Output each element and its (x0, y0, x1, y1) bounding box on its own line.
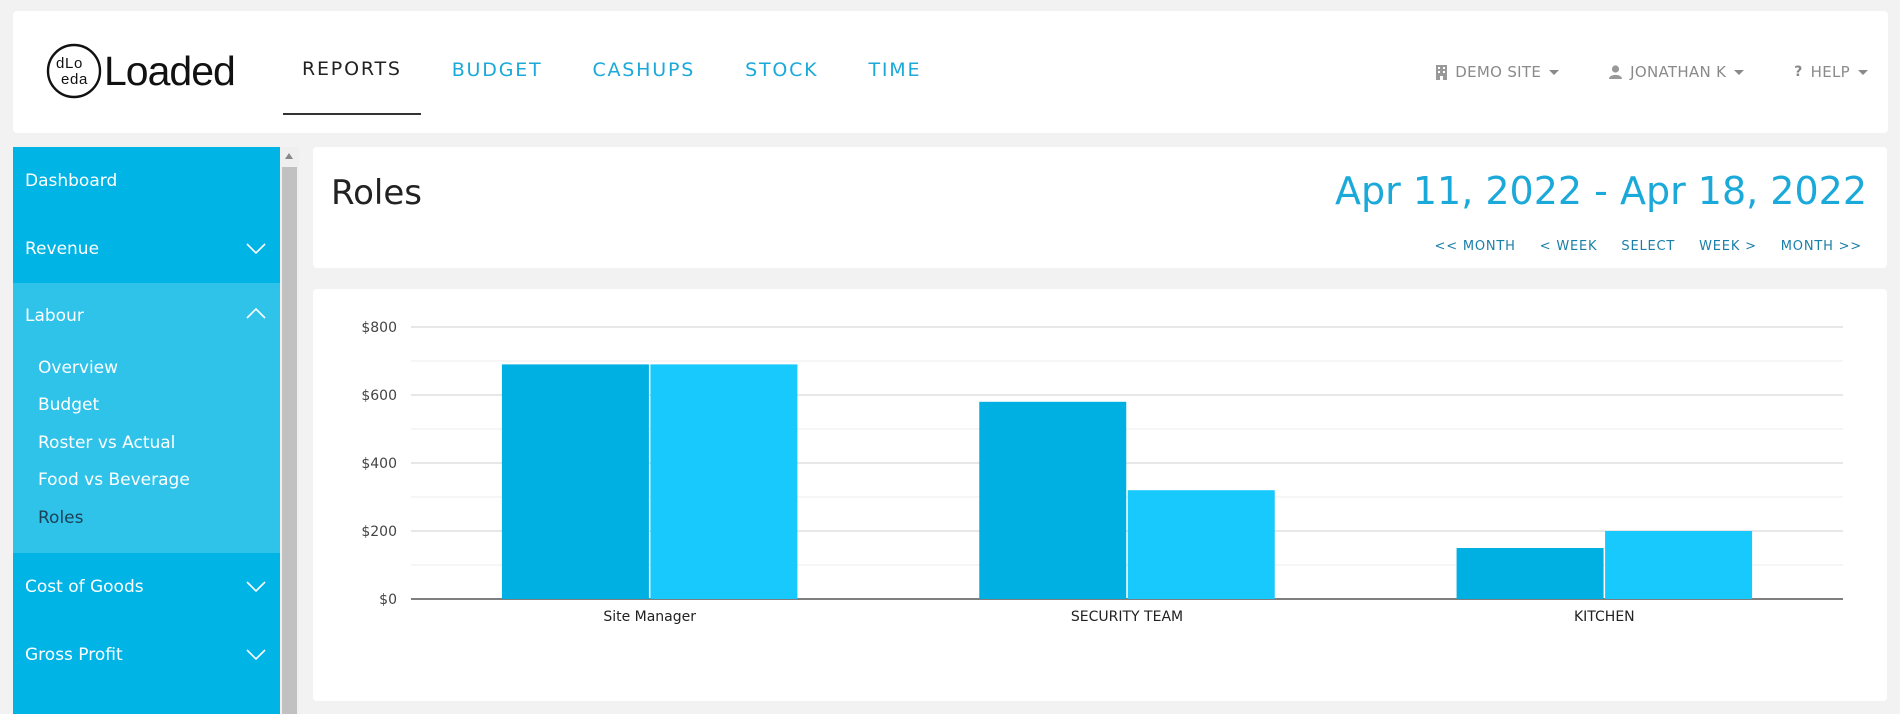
top-header: d L o e d a Loaded REPORTS BUDGET CASHUP… (13, 11, 1888, 133)
scrollbar-thumb[interactable] (282, 167, 297, 714)
y-tick-label: $0 (379, 592, 397, 608)
main-nav: REPORTS BUDGET CASHUPS STOCK TIME (283, 11, 952, 133)
roles-bar-chart: $0 $200 $400 $600 $800 Site Manager SECURITY T… (361, 320, 1843, 625)
sidebar-item-budget[interactable]: Budget (13, 387, 280, 425)
nav-tab-time[interactable]: TIME (849, 25, 940, 115)
user-icon (1609, 65, 1623, 79)
help-label: HELP (1810, 63, 1850, 81)
sidebar-item-label: Labour (25, 306, 84, 326)
prev-week-link[interactable]: < WEEK (1540, 239, 1598, 254)
y-tick-label: $400 (361, 456, 397, 472)
user-menu: DEMO SITE JONATHAN K ? HELP (1386, 11, 1868, 133)
sidebar-item-revenue[interactable]: Revenue (13, 215, 280, 283)
sidebar-item-labour[interactable]: Labour (13, 283, 280, 349)
bar (979, 401, 1127, 599)
brand-name: Loaded (104, 47, 236, 94)
building-icon (1436, 64, 1448, 80)
brand-logo[interactable]: d L o e d a Loaded (46, 43, 236, 99)
sidebar-item-overview[interactable]: Overview (13, 349, 280, 387)
sidebar-scrollbar[interactable] (280, 147, 299, 714)
user-name: JONATHAN K (1630, 63, 1727, 81)
chevron-down-icon (1549, 69, 1560, 75)
svg-text:d: d (70, 71, 78, 88)
title-card: Roles Apr 11, 2022 - Apr 18, 2022 << MON… (313, 147, 1887, 268)
site-dropdown[interactable]: DEMO SITE (1436, 63, 1560, 81)
chart-card: $0 $200 $400 $600 $800 Site Manager SECURITY T… (313, 289, 1887, 701)
sidebar-item-food-vs-beverage[interactable]: Food vs Beverage (13, 462, 280, 500)
bar (501, 364, 649, 599)
chevron-down-icon (246, 243, 266, 255)
date-navigation: << MONTH < WEEK SELECT WEEK > MONTH >> (1411, 239, 1862, 254)
svg-text:o: o (74, 55, 82, 72)
next-week-link[interactable]: WEEK > (1699, 239, 1757, 254)
help-dropdown[interactable]: ? HELP (1794, 63, 1868, 81)
bar (650, 364, 798, 599)
x-tick-label: SECURITY TEAM (1071, 609, 1183, 625)
y-tick-label: $800 (361, 320, 397, 336)
sidebar-item-cost-of-goods[interactable]: Cost of Goods (13, 553, 280, 621)
bar (1456, 548, 1604, 599)
svg-text:a: a (79, 71, 88, 88)
svg-text:d: d (56, 55, 64, 72)
sidebar-item-label: Gross Profit (25, 644, 123, 665)
chevron-down-icon (246, 648, 266, 660)
nav-tab-cashups[interactable]: CASHUPS (573, 25, 714, 115)
sidebar-item-label: Revenue (25, 239, 100, 259)
sidebar-item-label: Dashboard (25, 171, 118, 191)
sidebar-item-label: Cost of Goods (25, 576, 144, 597)
x-tick-label: KITCHEN (1574, 609, 1635, 625)
sidebar: Dashboard Revenue Labour Overview Budget… (13, 147, 280, 714)
nav-tab-budget[interactable]: BUDGET (433, 25, 562, 115)
user-dropdown[interactable]: JONATHAN K (1609, 63, 1745, 81)
svg-text:e: e (61, 71, 69, 88)
question-icon: ? (1794, 64, 1803, 80)
sidebar-item-dashboard[interactable]: Dashboard (13, 147, 280, 215)
sidebar-item-roles[interactable]: Roles (13, 499, 280, 537)
sidebar-item-gross-profit[interactable]: Gross Profit (13, 621, 280, 689)
sidebar-submenu-labour: Overview Budget Roster vs Actual Food vs… (13, 349, 280, 553)
x-tick-label: Site Manager (603, 609, 696, 625)
next-month-link[interactable]: MONTH >> (1781, 239, 1862, 254)
nav-tab-stock[interactable]: STOCK (726, 25, 837, 115)
svg-text:L: L (65, 55, 73, 72)
scroll-up-icon[interactable] (285, 153, 293, 159)
bar (1605, 531, 1753, 599)
chevron-down-icon (1734, 69, 1745, 75)
y-tick-label: $600 (361, 388, 397, 404)
site-name: DEMO SITE (1455, 63, 1542, 81)
nav-tab-reports[interactable]: REPORTS (283, 25, 421, 115)
bar (1127, 490, 1275, 599)
logo-mark-icon: d L o e d a (46, 43, 102, 99)
sidebar-item-roster-vs-actual[interactable]: Roster vs Actual (13, 424, 280, 462)
select-date-link[interactable]: SELECT (1621, 239, 1675, 254)
chevron-up-icon (246, 307, 266, 319)
prev-month-link[interactable]: << MONTH (1435, 239, 1516, 254)
chevron-down-icon (246, 580, 266, 592)
sidebar-group-labour: Labour Overview Budget Roster vs Actual … (13, 283, 280, 553)
page-title: Roles (331, 173, 422, 213)
date-range[interactable]: Apr 11, 2022 - Apr 18, 2022 (1335, 169, 1867, 213)
y-tick-label: $200 (361, 524, 397, 540)
chevron-down-icon (1858, 69, 1868, 75)
